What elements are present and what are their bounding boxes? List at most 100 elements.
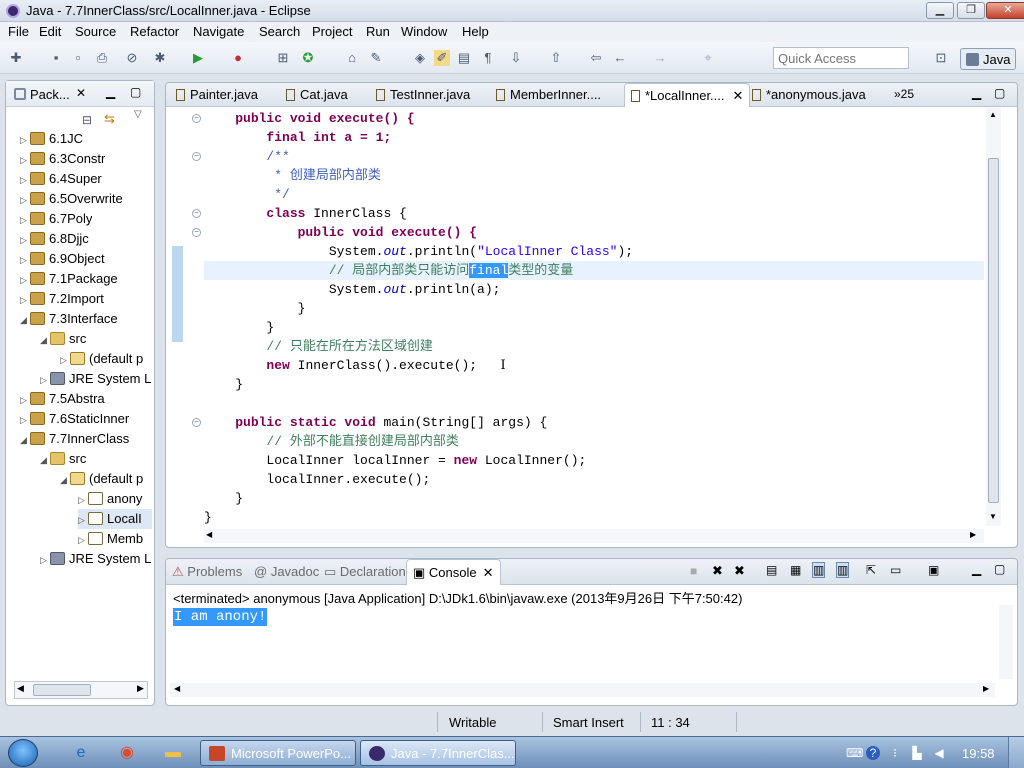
tree-item[interactable]: ▷ 6.9Object <box>20 249 105 269</box>
fold-icon[interactable]: − <box>192 209 201 218</box>
scroll-left-icon[interactable]: ◀ <box>17 683 24 694</box>
remove-launch-icon[interactable]: ✖ <box>712 563 723 579</box>
scroll-right-icon[interactable]: ▶ <box>137 683 144 694</box>
maximize-view-icon[interactable]: ▢ <box>994 86 1005 100</box>
scroll-left-icon[interactable]: ◀ <box>206 530 212 539</box>
explorer-folder-icon[interactable]: ▬ <box>158 740 188 766</box>
back-icon[interactable]: ← <box>612 50 628 66</box>
scroll-lock-icon[interactable]: ▦ <box>790 563 801 577</box>
menu-navigate[interactable]: Navigate <box>193 24 244 39</box>
tab-anonymous[interactable]: *anonymous.java <box>752 87 866 102</box>
internet-explorer-icon[interactable]: e <box>66 740 96 766</box>
close-icon[interactable]: ✕ <box>76 86 86 100</box>
debug-icon[interactable]: ✱ <box>152 50 168 66</box>
scroll-right-icon[interactable]: ▶ <box>970 530 976 539</box>
tree-item[interactable]: ▷ JRE System L <box>40 369 152 389</box>
tree-item[interactable]: ▷ 6.7Poly <box>20 209 92 229</box>
tree-item[interactable]: ▷ 7.5Abstra <box>20 389 105 409</box>
scroll-thumb[interactable] <box>988 158 999 503</box>
tree-item[interactable]: ▷ 6.5Overwrite <box>20 189 123 209</box>
scroll-thumb[interactable] <box>33 684 91 696</box>
taskbar-eclipse[interactable]: Java - 7.7InnerClas... <box>360 740 516 766</box>
tree-item[interactable]: ▷ 6.8Djjc <box>20 229 89 249</box>
open-console-icon[interactable]: ▣ <box>928 563 939 577</box>
maximize-button[interactable]: ❐ <box>957 2 985 19</box>
toggle-mark-icon[interactable]: ◈ <box>412 50 428 66</box>
chrome-icon[interactable]: ◉ <box>112 740 142 766</box>
console-output[interactable]: I am anony! <box>173 608 268 626</box>
tree-item[interactable]: ▷ 6.4Super <box>20 169 102 189</box>
skip-breakpoints-icon[interactable]: ⊘ <box>124 50 140 66</box>
prev-annotation-icon[interactable]: ⇧ <box>548 50 564 66</box>
clear-console-icon[interactable]: ▤ <box>766 563 777 577</box>
menu-edit[interactable]: Edit <box>39 24 61 39</box>
pin-console-icon[interactable]: ⇱ <box>866 563 876 577</box>
block-selection-icon[interactable]: ▤ <box>456 50 472 66</box>
external-tools-icon[interactable]: ● <box>230 50 246 66</box>
tab-testinner[interactable]: TestInner.java <box>376 87 470 102</box>
fold-icon[interactable]: − <box>192 418 201 427</box>
show-on-stderr-icon[interactable]: ▥ <box>836 562 850 578</box>
menu-project[interactable]: Project <box>312 24 352 39</box>
tree-item[interactable]: ▷ Memb <box>78 529 152 549</box>
search-icon[interactable]: ✎ <box>368 50 384 66</box>
tree-item[interactable]: ◢ 7.3Interface <box>20 309 118 329</box>
tree-item[interactable]: ▷ 6.1JC <box>20 129 83 149</box>
save-icon[interactable]: ▪ <box>48 50 64 66</box>
menu-source[interactable]: Source <box>75 24 116 39</box>
menu-search[interactable]: Search <box>259 24 300 39</box>
menu-window[interactable]: Window <box>401 24 447 39</box>
menu-file[interactable]: File <box>8 24 29 39</box>
java-perspective-button[interactable]: Java <box>960 48 1016 70</box>
maximize-view-icon[interactable]: ▢ <box>994 562 1005 576</box>
collapse-all-icon[interactable]: ⊟ <box>82 113 92 127</box>
remove-all-icon[interactable]: ✖ <box>734 563 745 579</box>
fold-icon[interactable]: − <box>192 228 201 237</box>
clock[interactable]: 19:58 <box>962 746 995 761</box>
forward-icon[interactable]: → <box>652 50 668 66</box>
quick-access-input[interactable] <box>773 47 909 69</box>
next-annotation-icon[interactable]: ⇩ <box>508 50 524 66</box>
fold-icon[interactable]: − <box>192 152 201 161</box>
tab-cat[interactable]: Cat.java <box>286 87 348 102</box>
tab-console[interactable]: ▣ Console ✕ <box>406 559 501 585</box>
scroll-down-icon[interactable]: ▼ <box>989 512 997 521</box>
tree-item[interactable]: ▷ 7.1Package <box>20 269 118 289</box>
minimize-view-icon[interactable]: ▁ <box>106 85 115 99</box>
editor-vertical-scrollbar[interactable]: ▲ ▼ <box>986 108 1001 526</box>
horizontal-scrollbar[interactable]: ◀ ▶ <box>14 681 148 699</box>
menu-help[interactable]: Help <box>462 24 489 39</box>
open-perspective-icon[interactable]: ⊡ <box>933 50 949 66</box>
close-icon[interactable]: ✕ <box>733 88 744 103</box>
taskbar-powerpoint[interactable]: Microsoft PowerPo... <box>200 740 356 766</box>
show-on-stdout-icon[interactable]: ▥ <box>812 562 826 578</box>
scroll-left-icon[interactable]: ◀ <box>174 684 180 693</box>
run-icon[interactable]: ▶ <box>190 50 206 66</box>
print-icon[interactable]: ⎙ <box>94 50 110 66</box>
new-package-icon[interactable]: ✪ <box>300 50 316 66</box>
keyboard-icon[interactable]: ⌨ <box>846 746 863 760</box>
start-button[interactable] <box>8 739 38 767</box>
close-icon[interactable]: ✕ <box>483 565 494 580</box>
tree-item[interactable]: ▷ 6.3Constr <box>20 149 105 169</box>
terminate-icon[interactable]: ■ <box>690 564 697 578</box>
last-edit-icon[interactable]: ⇦ <box>588 50 604 66</box>
tab-painter[interactable]: Painter.java <box>176 87 258 102</box>
tree-item[interactable]: ▷ LocalI <box>78 509 152 529</box>
scroll-up-icon[interactable]: ▲ <box>989 110 997 119</box>
new-java-project-icon[interactable]: ⊞ <box>275 50 291 66</box>
new-icon[interactable]: ✚ <box>8 50 24 66</box>
minimize-view-icon[interactable]: ▁ <box>972 86 981 100</box>
display-console-icon[interactable]: ▭ <box>890 563 901 577</box>
toggle-highlight-icon[interactable]: ✐ <box>434 50 450 66</box>
view-menu-icon[interactable]: ▽ <box>134 109 142 120</box>
tree-item[interactable]: ▷ 7.6StaticInner <box>20 409 129 429</box>
tab-declaration[interactable]: ▭ Declaration <box>324 564 406 580</box>
show-whitespace-icon[interactable]: ¶ <box>480 50 496 66</box>
menu-refactor[interactable]: Refactor <box>130 24 179 39</box>
tree-item[interactable]: ◢ src <box>40 329 86 349</box>
tab-javadoc[interactable]: @ Javadoc <box>254 564 319 579</box>
fold-icon[interactable]: − <box>192 114 201 123</box>
link-editor-icon[interactable]: ⇆ <box>104 111 115 127</box>
console-vertical-scrollbar[interactable] <box>999 605 1013 679</box>
